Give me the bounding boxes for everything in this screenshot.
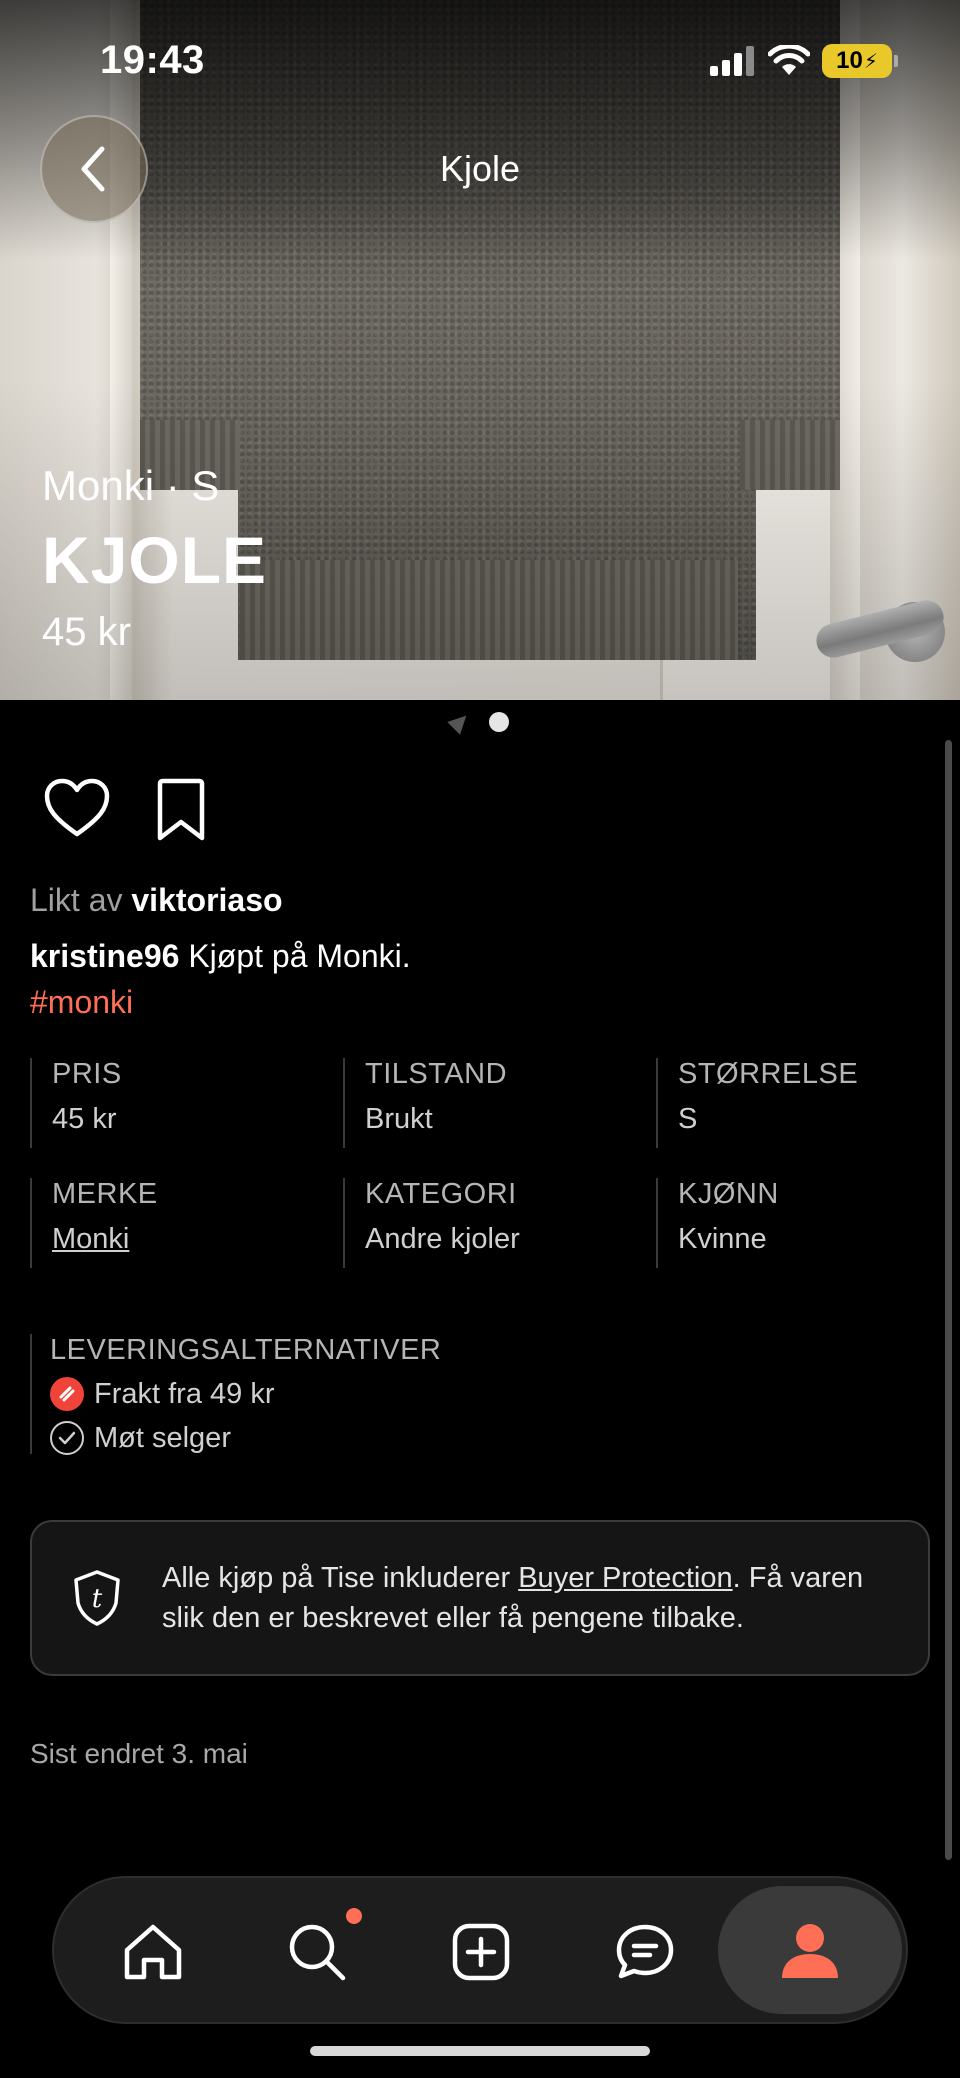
wifi-icon bbox=[768, 45, 810, 75]
attr-value: Brukt bbox=[365, 1103, 433, 1135]
battery-indicator: 10 ⚡ bbox=[822, 44, 898, 78]
hashtag-link[interactable]: #monki bbox=[30, 984, 133, 1021]
product-description: kristine96 Kjøpt på Monki. bbox=[30, 938, 411, 975]
charging-bolt-icon: ⚡ bbox=[863, 50, 878, 73]
attr-label: PRIS bbox=[52, 1058, 122, 1090]
tab-add[interactable] bbox=[406, 1878, 556, 2026]
svg-text:t: t bbox=[92, 1584, 103, 1614]
home-indicator[interactable] bbox=[310, 2046, 650, 2056]
attr-gender: KJØNN Kvinne bbox=[656, 1178, 956, 1268]
tab-search[interactable] bbox=[242, 1878, 392, 2026]
status-icons: 10 ⚡ bbox=[710, 44, 898, 78]
liked-by: Likt av viktoriaso bbox=[30, 882, 283, 919]
check-circle-icon bbox=[50, 1421, 84, 1455]
shield-icon: t bbox=[32, 1569, 162, 1627]
profile-icon bbox=[782, 1924, 838, 1978]
action-row bbox=[44, 778, 208, 842]
pager-dot-active[interactable] bbox=[489, 712, 509, 732]
shipping-text: Frakt fra 49 kr bbox=[94, 1377, 275, 1410]
search-icon bbox=[289, 1924, 346, 1981]
meet-seller-text: Møt selger bbox=[94, 1421, 231, 1454]
attr-size: STØRRELSE S bbox=[656, 1058, 956, 1148]
home-icon bbox=[124, 1924, 182, 1980]
attr-label: STØRRELSE bbox=[678, 1058, 859, 1090]
tab-home[interactable] bbox=[78, 1878, 228, 2026]
bookmark-icon[interactable] bbox=[154, 778, 208, 842]
attr-label: TILSTAND bbox=[365, 1058, 508, 1090]
brand-link[interactable]: Monki bbox=[52, 1223, 330, 1256]
image-pager[interactable] bbox=[0, 709, 960, 735]
delivery-shipping: Frakt fra 49 kr bbox=[50, 1377, 441, 1411]
delivery-label: LEVERINGSALTERNATIVER bbox=[50, 1334, 442, 1366]
attr-label: MERKE bbox=[52, 1178, 158, 1210]
attr-value: Andre kjoler bbox=[365, 1223, 520, 1255]
tab-messages[interactable] bbox=[570, 1878, 720, 2026]
product-price: 45 kr bbox=[42, 610, 131, 654]
protection-text-before: Alle kjøp på Tise inkluderer bbox=[162, 1562, 519, 1594]
attr-value: S bbox=[678, 1103, 698, 1135]
chat-icon bbox=[616, 1924, 674, 1979]
delivery-options: LEVERINGSALTERNATIVER Frakt fra 49 kr Mø… bbox=[30, 1334, 442, 1455]
delivery-meet: Møt selger bbox=[50, 1421, 441, 1455]
attr-price: PRIS 45 kr bbox=[30, 1058, 330, 1148]
description-text: Kjøpt på Monki. bbox=[188, 938, 411, 974]
heart-icon[interactable] bbox=[44, 778, 110, 838]
cellular-signal-icon bbox=[710, 46, 754, 76]
tab-profile[interactable] bbox=[718, 1886, 902, 2014]
notification-dot bbox=[346, 1908, 362, 1924]
liked-by-user[interactable]: viktoriaso bbox=[131, 882, 282, 918]
page-title: Kjole bbox=[439, 148, 521, 189]
protection-text: Alle kjøp på Tise inkluderer Buyer Prote… bbox=[162, 1558, 902, 1638]
product-brand-size: Monki · S bbox=[42, 462, 220, 509]
last-changed: Sist endret 3. mai bbox=[30, 1738, 248, 1769]
seller-username[interactable]: kristine96 bbox=[30, 938, 179, 974]
attr-value: Kvinne bbox=[678, 1223, 767, 1255]
buyer-protection-card: t Alle kjøp på Tise inkluderer Buyer Pro… bbox=[30, 1520, 930, 1676]
product-title: KJOLE bbox=[42, 523, 268, 597]
attr-label: KJØNN bbox=[678, 1178, 779, 1210]
shipping-icon bbox=[50, 1377, 84, 1411]
scrollbar[interactable] bbox=[945, 740, 952, 1860]
status-time: 19:43 bbox=[100, 38, 205, 82]
attr-label: KATEGORI bbox=[365, 1178, 517, 1210]
buyer-protection-link[interactable]: Buyer Protection bbox=[518, 1562, 732, 1594]
location-arrow-icon bbox=[447, 709, 473, 735]
battery-level: 10 bbox=[836, 47, 863, 74]
attr-condition: TILSTAND Brukt bbox=[343, 1058, 643, 1148]
attr-brand: MERKE Monki bbox=[30, 1178, 330, 1268]
liked-by-prefix: Likt av bbox=[30, 882, 123, 918]
tab-bar bbox=[52, 1876, 908, 2024]
add-icon bbox=[452, 1923, 510, 1981]
attr-value: 45 kr bbox=[52, 1103, 117, 1135]
attr-category: KATEGORI Andre kjoler bbox=[343, 1178, 643, 1268]
